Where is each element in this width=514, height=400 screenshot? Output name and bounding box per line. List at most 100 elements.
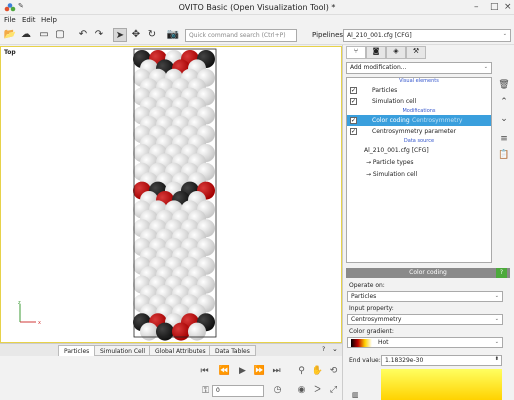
close-icon[interactable]: × bbox=[504, 2, 512, 12]
checkbox-color-coding[interactable]: ✓ bbox=[350, 117, 357, 124]
fov-icon[interactable]: ᐳ bbox=[311, 385, 324, 395]
orbit-icon[interactable]: ⟲ bbox=[327, 366, 340, 376]
undo-icon[interactable]: ↶ bbox=[76, 28, 90, 42]
minimize-icon[interactable]: – bbox=[474, 2, 479, 12]
command-search-input[interactable]: Quick command search (Ctrl+P) bbox=[185, 29, 297, 42]
menu-file[interactable]: File bbox=[4, 16, 16, 24]
play-icon[interactable]: ▶ bbox=[236, 366, 249, 376]
chevron-down-icon: ⌄ bbox=[483, 64, 488, 70]
color-coding-header: Color coding bbox=[346, 268, 510, 278]
frame-value: 0 bbox=[216, 387, 220, 394]
list-item-simulation-cell[interactable]: ✓ Simulation cell bbox=[347, 96, 491, 107]
move-down-icon[interactable]: ⌄ bbox=[497, 114, 511, 128]
layers-tab-icon[interactable]: ◈ bbox=[386, 46, 406, 59]
checkbox-centrosymmetry[interactable]: ✓ bbox=[350, 128, 357, 135]
render-camera-icon[interactable]: 📷 bbox=[166, 28, 180, 42]
key-icon[interactable]: ⚿ bbox=[199, 386, 212, 396]
open-file-icon[interactable]: 📂 bbox=[3, 28, 17, 42]
tab-simulation-cell[interactable]: Simulation Cell bbox=[94, 345, 152, 356]
chevron-down-icon: ⌄ bbox=[494, 293, 499, 299]
tab-global-attributes[interactable]: Global Attributes bbox=[149, 345, 212, 356]
list-icon[interactable]: ≡ bbox=[497, 134, 511, 148]
zoom-icon[interactable]: ⚲ bbox=[295, 366, 308, 376]
list-item-source-cell[interactable]: → Simulation cell bbox=[347, 169, 491, 180]
color-gradient-value: Hot bbox=[378, 339, 389, 346]
select-mode-icon[interactable]: ➤ bbox=[113, 28, 127, 42]
go-to-end-icon[interactable]: ⏭ bbox=[270, 366, 283, 376]
end-value-text: 1.18329e-30 bbox=[385, 357, 424, 364]
chevron-down-icon: ⌄ bbox=[494, 316, 499, 322]
operate-on-label: Operate on: bbox=[349, 282, 385, 289]
operate-on-value: Particles bbox=[351, 293, 377, 300]
redo-icon[interactable]: ↷ bbox=[92, 28, 106, 42]
adjust-range-icon[interactable]: ▥ bbox=[352, 391, 359, 399]
color-coding-status: Centrosymmetry bbox=[412, 117, 463, 124]
chevron-down-icon: ⌄ bbox=[494, 339, 499, 345]
operate-on-select[interactable]: Particles ⌄ bbox=[347, 291, 503, 302]
window-title: OVITO Basic (Open Visualization Tool) * bbox=[178, 3, 336, 12]
load-remote-icon[interactable]: ☁ bbox=[19, 28, 33, 42]
maximize-icon[interactable]: □ bbox=[490, 2, 499, 12]
particle bbox=[140, 322, 158, 341]
checkbox-particles[interactable]: ✓ bbox=[350, 87, 357, 94]
pipeline-selector[interactable]: Al_210_001.cfg [CFG] ⌄ bbox=[343, 29, 511, 42]
axis-x-label: x bbox=[38, 320, 41, 326]
frame-spinner[interactable]: 0 bbox=[212, 385, 264, 397]
save-icon[interactable]: ▭ bbox=[37, 28, 51, 42]
hot-gradient-swatch bbox=[351, 339, 372, 347]
step-forward-icon[interactable]: ⏩ bbox=[253, 366, 266, 376]
add-modification-label: Add modification... bbox=[350, 64, 407, 71]
title-bar: ✎ OVITO Basic (Open Visualization Tool) … bbox=[0, 0, 514, 15]
data-inspector-tabs: Particles Simulation Cell Global Attribu… bbox=[0, 343, 342, 356]
tab-particles[interactable]: Particles bbox=[58, 345, 96, 356]
checkbox-simulation-cell[interactable]: ✓ bbox=[350, 98, 357, 105]
menu-bar: File Edit Help bbox=[0, 15, 514, 26]
menu-edit[interactable]: Edit bbox=[22, 16, 36, 24]
add-modification-dropdown[interactable]: Add modification... ⌄ bbox=[346, 62, 492, 74]
chevron-down-icon: ⌄ bbox=[502, 31, 507, 37]
color-coding-help-button[interactable]: ? bbox=[496, 268, 507, 278]
utilities-tab-icon[interactable]: ⚒ bbox=[406, 46, 426, 59]
collapse-chevron-icon[interactable]: ⌄ bbox=[332, 345, 338, 353]
step-back-icon[interactable]: ⏪ bbox=[218, 366, 231, 376]
rotate-mode-icon[interactable]: ↻ bbox=[145, 28, 159, 42]
pipeline-tab-icon[interactable]: ⑂ bbox=[346, 46, 366, 59]
end-value-label: End value: bbox=[349, 357, 381, 364]
move-up-icon[interactable]: ⌃ bbox=[497, 97, 511, 111]
spinner-icon[interactable]: ⬍ bbox=[495, 356, 499, 362]
list-item-centrosymmetry[interactable]: ✓ Centrosymmetry parameter bbox=[347, 126, 491, 137]
move-mode-icon[interactable]: ✥ bbox=[129, 28, 143, 42]
pipelines-label: Pipelines: bbox=[312, 31, 346, 39]
end-value-field[interactable]: 1.18329e-30 ⬍ bbox=[381, 355, 502, 366]
list-item-particle-types[interactable]: → Particle types bbox=[347, 157, 491, 168]
main-toolbar: 📂 ☁ ▭ ▢ ↶ ↷ ➤ ✥ ↻ 📷 Quick command search… bbox=[0, 26, 514, 45]
delete-icon[interactable]: 🗑 bbox=[497, 80, 511, 94]
particle bbox=[156, 322, 174, 341]
input-property-label: Input property: bbox=[349, 305, 394, 312]
zoom-all-icon[interactable]: ⤢ bbox=[327, 385, 340, 395]
viewport-top[interactable]: Top z x bbox=[0, 46, 342, 343]
help-icon[interactable]: ? bbox=[322, 346, 325, 353]
tab-data-tables[interactable]: Data Tables bbox=[209, 345, 256, 356]
particle bbox=[188, 322, 206, 341]
axis-z-label: z bbox=[18, 300, 21, 306]
animation-panel bbox=[0, 356, 342, 400]
pipeline-selector-value: Al_210_001.cfg [CFG] bbox=[347, 32, 412, 39]
section-data-source: Data source bbox=[403, 138, 435, 144]
pick-orbit-center-icon[interactable]: ◉ bbox=[295, 385, 308, 395]
particle-rendering bbox=[133, 48, 217, 341]
save-as-icon[interactable]: ▢ bbox=[53, 28, 67, 42]
animation-settings-icon[interactable]: ◷ bbox=[271, 385, 284, 395]
color-gradient-label: Color gradient: bbox=[349, 328, 394, 335]
render-tab-icon[interactable]: ◙ bbox=[366, 46, 386, 59]
pan-icon[interactable]: ✋ bbox=[311, 366, 324, 376]
pipeline-editor: Visual elements ✓ Particles ✓ Simulation… bbox=[346, 77, 492, 263]
list-item-particles[interactable]: ✓ Particles bbox=[347, 85, 491, 96]
go-to-start-icon[interactable]: ⏮ bbox=[198, 366, 211, 376]
list-item-color-coding[interactable]: ✓ Color coding Centrosymmetry bbox=[347, 115, 491, 126]
menu-help[interactable]: Help bbox=[41, 16, 57, 24]
input-property-select[interactable]: Centrosymmetry ⌄ bbox=[347, 314, 503, 325]
clipboard-icon[interactable]: 📋 bbox=[497, 150, 511, 164]
list-item-data-source[interactable]: Al_210_001.cfg [CFG] bbox=[347, 145, 491, 156]
axis-tripod-icon: z x bbox=[18, 300, 41, 326]
